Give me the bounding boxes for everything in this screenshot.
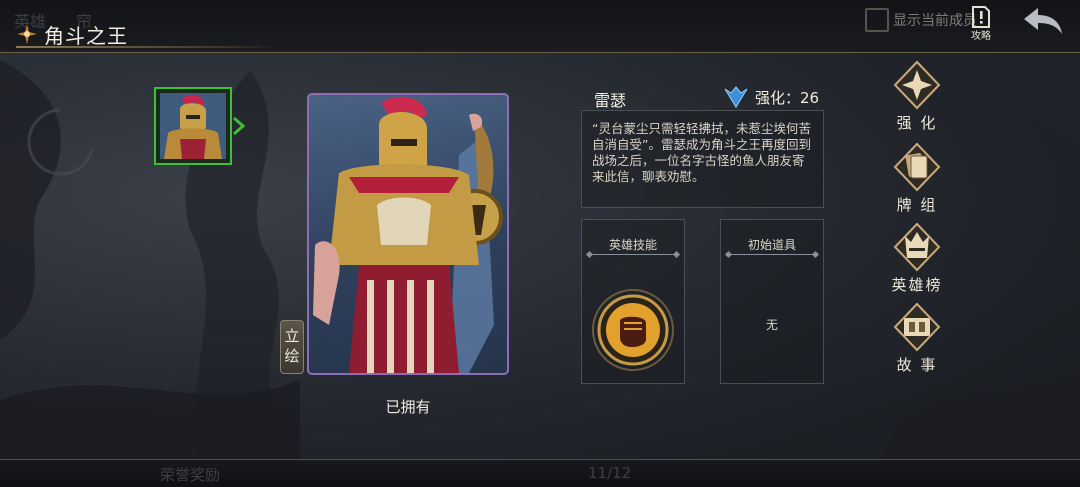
- owned-status: 已拥有: [385, 398, 431, 416]
- menu-enhance-button[interactable]: 强 化: [882, 60, 952, 136]
- hero-description-box: “灵台蒙尘只需轻轻拂拭，未惹尘埃何苦自消自受”。雷瑟成为角斗之王再度回到战场之后…: [581, 110, 824, 208]
- selected-arrow-icon: [233, 116, 246, 136]
- menu-story-label: 故 事: [896, 356, 938, 374]
- menu-card-deck-label: 牌 组: [896, 196, 938, 214]
- menu-hero-ranking-button[interactable]: 英雄榜: [882, 222, 952, 298]
- honor-reward-button[interactable]: 荣誉奖励: [160, 464, 220, 485]
- hero-skill-panel: 英雄技能: [581, 219, 685, 384]
- hero-thumbnail-selected[interactable]: [154, 87, 232, 165]
- hero-avatar-icon: [160, 93, 226, 159]
- show-current-checkbox[interactable]: [865, 8, 889, 32]
- page-indicator: 11/12: [588, 464, 632, 482]
- hero-skill-divider: [590, 254, 676, 255]
- starting-item-title: 初始道具: [747, 238, 796, 252]
- hero-skill-title: 英雄技能: [608, 238, 657, 252]
- show-current-toggle[interactable]: 显示当前成员: [865, 6, 977, 34]
- starting-item-value: 无: [765, 318, 778, 332]
- story-icon: [893, 302, 941, 352]
- menu-enhance-label: 强 化: [896, 114, 938, 132]
- menu-hero-ranking-label: 英雄榜: [891, 276, 943, 294]
- fist-skill-icon[interactable]: [590, 287, 676, 373]
- enhance-icon: [893, 60, 941, 110]
- guide-icon: [972, 6, 990, 28]
- enhance-level-text: 强化：26: [755, 88, 820, 107]
- enhance-level: 强化：26: [723, 84, 819, 110]
- hero-portrait-card[interactable]: [307, 93, 509, 375]
- guide-button[interactable]: 攻略: [964, 5, 998, 42]
- hero-description: “灵台蒙尘只需轻轻拂拭，未惹尘埃何苦自消自受”。雷瑟成为角斗之王再度回到战场之后…: [592, 121, 811, 184]
- starting-item-panel: 初始道具 无: [720, 219, 824, 384]
- starting-item-divider: [729, 254, 815, 255]
- title-divider: [16, 46, 278, 48]
- menu-card-deck-button[interactable]: 牌 组: [882, 142, 952, 218]
- enhance-level-icon: [724, 86, 748, 108]
- portrait-tab-button[interactable]: 立绘: [280, 320, 304, 374]
- guide-label: 攻略: [971, 31, 991, 42]
- compass-icon: [17, 24, 37, 44]
- card-deck-icon: [893, 142, 941, 192]
- hero-portrait-illustration: [313, 96, 503, 373]
- back-arrow-icon[interactable]: [1020, 4, 1066, 38]
- page-title: 角斗之王: [44, 23, 128, 48]
- menu-story-button[interactable]: 故 事: [882, 302, 952, 378]
- bottom-bar: 荣誉奖励 11/12: [0, 459, 1080, 487]
- hero-ranking-icon: [893, 222, 941, 272]
- hero-name: 雷瑟: [594, 91, 627, 110]
- page-title-group: 角斗之王: [16, 20, 128, 48]
